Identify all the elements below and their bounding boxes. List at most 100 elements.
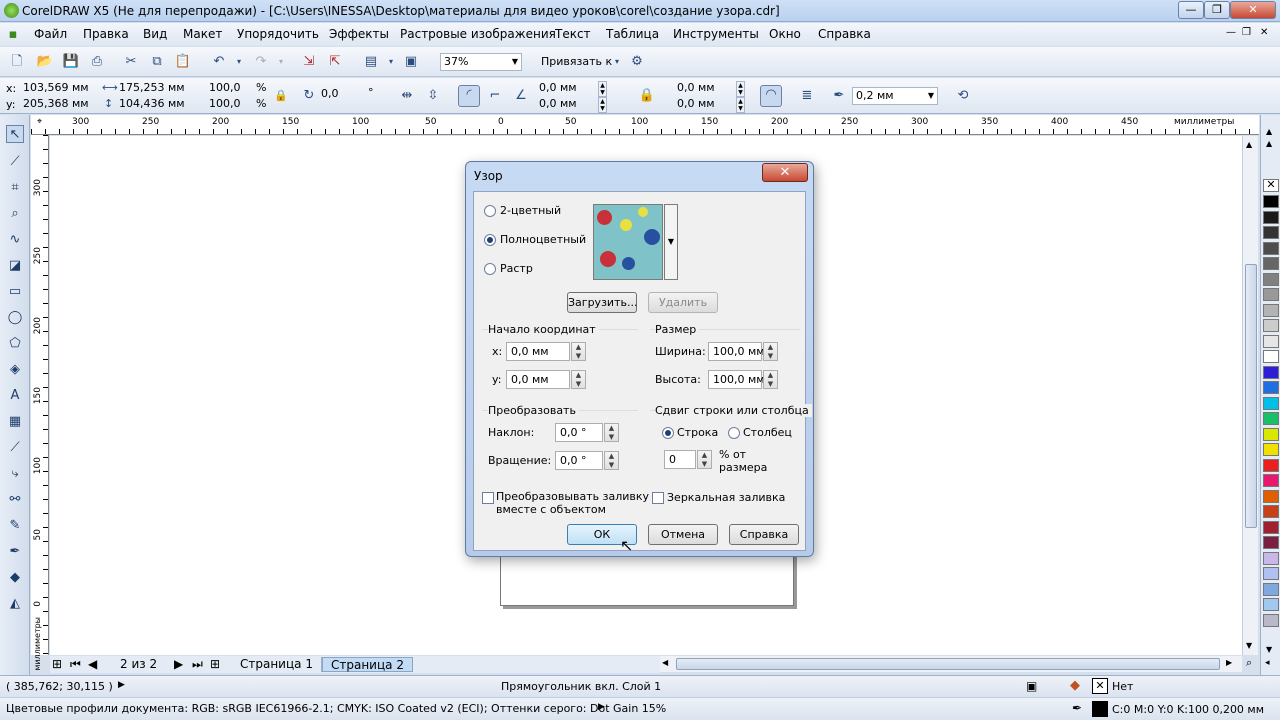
connector-tool-icon[interactable]: ⤷ (6, 465, 24, 483)
minimize-button[interactable]: — (1178, 1, 1204, 19)
transform-fill-label-line1[interactable]: Преобразовывать заливку (496, 490, 649, 503)
y-position-field[interactable]: 205,368 мм (20, 97, 96, 113)
radio-column-label[interactable]: Столбец (743, 426, 792, 439)
color-swatch[interactable] (1263, 226, 1279, 239)
zoom-level-select[interactable]: 37% ▼ (440, 53, 522, 71)
mirror-horizontal-icon[interactable]: ⇹ (398, 87, 416, 105)
delete-button[interactable]: Удалить (648, 292, 718, 313)
radio-2color-label[interactable]: 2-цветный (500, 204, 561, 217)
scale-x-field[interactable]: 100,0 (206, 81, 252, 97)
color-swatch[interactable] (1263, 241, 1279, 255)
color-swatch[interactable] (1263, 288, 1279, 301)
snap-to-label[interactable]: Привязать к (541, 55, 612, 68)
undo-icon[interactable]: ↶ (210, 53, 228, 71)
radio-fullcolor-label[interactable]: Полноцветный (500, 233, 586, 246)
color-swatch[interactable] (1263, 582, 1279, 596)
menu-effects[interactable]: Эффекты (329, 27, 389, 41)
radio-fullcolor[interactable] (484, 234, 496, 246)
radio-column[interactable] (728, 427, 740, 439)
scalloped-corner-icon[interactable]: ⌐ (486, 87, 504, 105)
palette-scroll-up-icon[interactable]: ▲ (1266, 127, 1272, 136)
radio-row[interactable] (662, 427, 674, 439)
print-icon[interactable]: ⎙ (88, 53, 106, 71)
size-width-spinner[interactable]: ▲ ▼ (763, 342, 778, 361)
relative-corner-scaling-icon[interactable]: ◠ (760, 85, 782, 107)
menu-window[interactable]: Окно (769, 27, 801, 41)
pattern-dropdown-arrow-icon[interactable]: ▼ (664, 204, 678, 280)
menu-tools[interactable]: Инструменты (673, 27, 759, 41)
color-swatch[interactable] (1263, 210, 1279, 224)
eyedropper-tool-icon[interactable]: ✎ (6, 517, 24, 535)
open-icon[interactable]: 📂 (36, 53, 54, 71)
publish-pdf-icon[interactable]: ▤ (362, 53, 380, 71)
corner-radius-bottom-right[interactable]: 0,0 мм (674, 97, 736, 113)
outline-width-select[interactable]: 0,2 мм ▼ (852, 87, 938, 105)
corner-tr-spinner[interactable]: ▲ ▼ (736, 81, 745, 97)
copy-icon[interactable]: ⧉ (148, 53, 166, 71)
publish-dropdown-icon[interactable]: ▾ (382, 53, 400, 71)
color-swatch[interactable] (1263, 489, 1279, 503)
ellipse-tool-icon[interactable]: ◯ (6, 309, 24, 327)
rotation-angle-field[interactable]: 0,0 (318, 87, 368, 103)
snap-dropdown-icon[interactable]: ▾ (608, 53, 626, 71)
status-expand-icon[interactable]: ▶ (118, 680, 125, 690)
mirror-fill-label[interactable]: Зеркальная заливка (667, 491, 785, 504)
color-swatch[interactable] (1263, 520, 1279, 534)
wrap-text-icon[interactable]: ≣ (798, 87, 816, 105)
import-icon[interactable]: ⇲ (300, 53, 318, 71)
convert-to-curves-icon[interactable]: ⟲ (954, 87, 972, 105)
outline-tool-icon[interactable]: ✒ (6, 543, 24, 561)
radio-2color[interactable] (484, 205, 496, 217)
radio-bitmap[interactable] (484, 263, 496, 275)
color-swatch[interactable] (1263, 613, 1279, 627)
menu-layout[interactable]: Макет (183, 27, 222, 41)
horizontal-scrollbar[interactable]: ◀ ▶ ⌕ (660, 656, 1252, 672)
scale-y-field[interactable]: 100,0 (206, 97, 252, 113)
export-icon[interactable]: ⇱ (326, 53, 344, 71)
color-swatch[interactable] (1263, 474, 1279, 487)
color-profiles-info[interactable]: Цветовые профили документа: RGB: sRGB IE… (6, 702, 666, 715)
doc-restore-button[interactable]: ❐ (1242, 27, 1251, 38)
corner-radius-bottom-left[interactable]: 0,0 мм (536, 97, 598, 113)
palette-scroll-down-icon[interactable]: ▼ (1266, 645, 1272, 654)
corner-br-spinner[interactable]: ▲ ▼ (736, 97, 745, 113)
smart-fill-tool-icon[interactable]: ◪ (6, 257, 24, 275)
pick-tool-icon[interactable]: ↖ (6, 125, 24, 143)
color-swatch[interactable] (1263, 598, 1279, 611)
color-swatch[interactable] (1263, 381, 1279, 394)
redo-dropdown-icon[interactable]: ▾ (272, 53, 290, 71)
doc-close-button[interactable]: ✕ (1260, 27, 1268, 38)
help-button[interactable]: Справка (729, 524, 799, 545)
color-swatch[interactable] (1263, 319, 1279, 332)
no-color-swatch[interactable]: ✕ (1263, 179, 1279, 192)
dimension-tool-icon[interactable]: ⟋ (6, 439, 24, 457)
color-swatch[interactable] (1263, 443, 1279, 456)
options-icon[interactable]: ⚙ (628, 53, 646, 71)
crop-tool-icon[interactable]: ⌗ (6, 179, 24, 197)
origin-x-field[interactable]: 0,0 мм (506, 342, 570, 361)
dialog-close-button[interactable]: ✕ (762, 163, 808, 182)
vertical-scroll-thumb[interactable] (1245, 264, 1257, 528)
save-icon[interactable]: 💾 (62, 53, 80, 71)
origin-y-spinner[interactable]: ▲ ▼ (571, 370, 586, 389)
interactive-fill-tool-icon[interactable]: ◭ (6, 595, 24, 613)
fill-tool-icon[interactable]: ◆ (6, 569, 24, 587)
corner-radius-top-left[interactable]: 0,0 мм (536, 81, 598, 97)
scroll-right-icon[interactable]: ▶ (1226, 658, 1232, 667)
corner-tl-spinner[interactable]: ▲ ▼ (598, 81, 607, 97)
scroll-left-icon[interactable]: ◀ (662, 658, 668, 667)
menu-arrange[interactable]: Упорядочить (237, 27, 319, 41)
next-page-icon[interactable]: ▶ (174, 657, 183, 672)
rectangle-tool-icon[interactable]: ▭ (6, 283, 24, 301)
scroll-down-icon[interactable]: ▼ (1246, 641, 1252, 650)
size-width-field[interactable]: 100,0 мм (708, 342, 765, 361)
offset-spinner[interactable]: ▲ ▼ (697, 450, 712, 469)
menu-table[interactable]: Таблица (606, 27, 659, 41)
corner-radius-top-right[interactable]: 0,0 мм (674, 81, 736, 97)
polygon-tool-icon[interactable]: ⬠ (6, 335, 24, 353)
mirror-vertical-icon[interactable]: ⇳ (424, 87, 442, 105)
welcome-screen-icon[interactable]: ▣ (402, 53, 420, 71)
page-tab-1[interactable]: Страница 1 (232, 657, 322, 672)
rotation-spinner[interactable]: ▲ ▼ (604, 451, 619, 470)
color-swatch[interactable] (1263, 350, 1279, 363)
